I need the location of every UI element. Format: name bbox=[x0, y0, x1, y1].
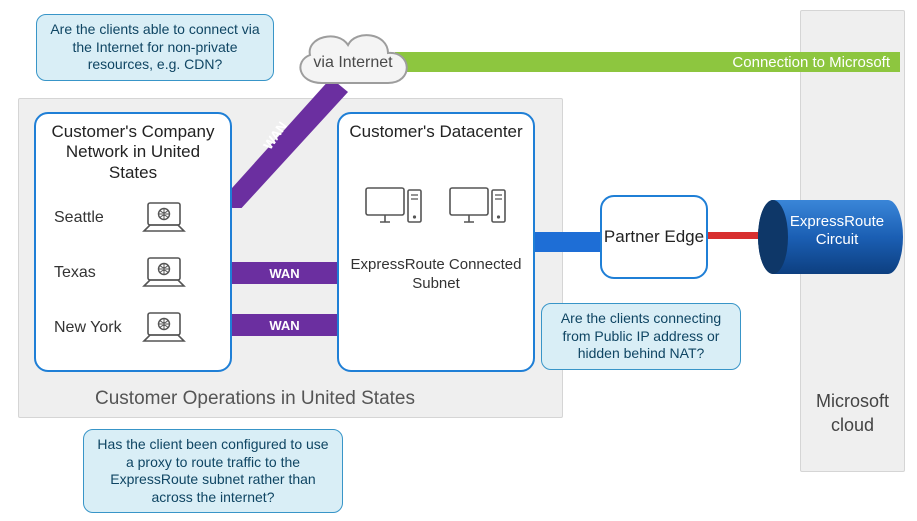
datacenter-subnet-label: ExpressRoute Connected Subnet bbox=[339, 256, 533, 294]
monitor-tower-icon bbox=[364, 184, 424, 228]
internet-cloud-label: via Internet bbox=[313, 54, 392, 72]
location-row-seattle: Seattle bbox=[36, 198, 230, 238]
wan-link-newyork: WAN bbox=[232, 314, 337, 336]
datacenter-title: Customer's Datacenter bbox=[343, 122, 529, 142]
microsoft-cloud-label: Microsoft cloud bbox=[801, 390, 904, 437]
wan-label-newyork: WAN bbox=[269, 318, 299, 333]
link-datacenter-partner bbox=[535, 232, 600, 252]
partner-edge-label: Partner Edge bbox=[604, 227, 704, 247]
connection-to-microsoft-bar: Connection to Microsoft bbox=[395, 52, 900, 72]
callout-proxy-config: Has the client been configured to use a … bbox=[83, 429, 343, 513]
internet-cloud: via Internet bbox=[288, 23, 418, 95]
customer-operations-label: Customer Operations in United States bbox=[95, 388, 415, 410]
monitor-tower-icon bbox=[448, 184, 508, 228]
company-network-box: Customer's Company Network in United Sta… bbox=[34, 112, 232, 372]
wan-label-texas: WAN bbox=[269, 266, 299, 281]
connection-to-microsoft-label: Connection to Microsoft bbox=[732, 54, 890, 71]
datacenter-box: Customer's Datacenter ExpressRoute Conne… bbox=[337, 112, 535, 372]
location-row-newyork: New York bbox=[36, 308, 230, 348]
location-label: Seattle bbox=[54, 209, 128, 227]
laptop-icon bbox=[142, 311, 186, 345]
location-label: Texas bbox=[54, 264, 128, 282]
expressroute-circuit: ExpressRoute Circuit bbox=[755, 192, 905, 287]
location-row-texas: Texas bbox=[36, 253, 230, 293]
callout-nat-question: Are the clients connecting from Public I… bbox=[541, 303, 741, 370]
callout-internet-clients: Are the clients able to connect via the … bbox=[36, 14, 274, 81]
company-network-title: Customer's Company Network in United Sta… bbox=[40, 122, 226, 183]
location-label: New York bbox=[54, 319, 128, 337]
wan-link-texas: WAN bbox=[232, 262, 337, 284]
expressroute-circuit-label: ExpressRoute Circuit bbox=[777, 213, 897, 249]
link-partner-expressroute bbox=[708, 232, 760, 239]
datacenter-icons bbox=[339, 184, 533, 228]
partner-edge-box: Partner Edge bbox=[600, 195, 708, 279]
laptop-icon bbox=[142, 256, 186, 290]
laptop-icon bbox=[142, 201, 186, 235]
